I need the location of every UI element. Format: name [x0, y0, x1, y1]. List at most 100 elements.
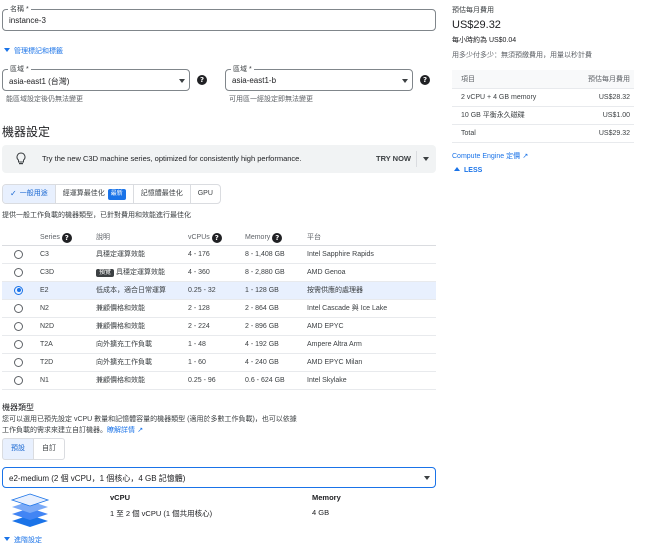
- pricing-link[interactable]: Compute Engine 定價 ↗: [452, 151, 528, 161]
- external-link-icon: ↗: [520, 152, 529, 160]
- table-header-row: 項目 預估每月費用: [452, 70, 634, 89]
- series-name: N1: [40, 371, 96, 390]
- machine-type-desc-line1: 您可以選用已預先設定 vCPU 數量和記憶體容量的機器類型 (適用於多數工作負載…: [2, 416, 297, 423]
- header-vcpus: vCPUs ?: [188, 229, 245, 246]
- series-help-icon[interactable]: ?: [61, 232, 72, 243]
- pricing-title: 預估每月費用: [452, 7, 494, 14]
- table-row[interactable]: T2D 向外擴充工作負載 1 - 60 4 - 240 GB AMD EPYC …: [2, 353, 436, 372]
- zone-value: asia-east1-b: [232, 76, 277, 85]
- series-platform: 按需供應的處理器: [307, 281, 436, 300]
- less-toggle[interactable]: LESS: [454, 167, 482, 174]
- pricing-header-item: 項目: [452, 70, 570, 89]
- region-select[interactable]: 區域 * asia-east1 (台灣): [2, 64, 190, 91]
- series-radio[interactable]: [14, 321, 23, 331]
- series-platform: AMD Genoa: [307, 263, 436, 282]
- name-field[interactable]: 名稱 * instance-3: [2, 4, 436, 31]
- series-radio[interactable]: [14, 339, 23, 349]
- pricing-item: 2 vCPU + 4 GB memory: [452, 88, 570, 107]
- banner-divider: [416, 151, 417, 167]
- region-hint: 能區域設定後仍無法變更: [6, 96, 83, 103]
- series-vcpus: 1 - 60: [188, 353, 245, 372]
- header-platform: 平台: [307, 229, 436, 246]
- series-radio[interactable]: [14, 357, 23, 367]
- preview-badge: 預覽: [96, 268, 115, 277]
- zone-select[interactable]: 區域 * asia-east1-b: [225, 64, 413, 91]
- tab-general-purpose[interactable]: ✓ 一般用途: [3, 185, 56, 203]
- series-memory: 2 - 896 GB: [245, 317, 307, 336]
- series-memory: 4 - 240 GB: [245, 353, 307, 372]
- manage-labels-toggle[interactable]: 管理標記和標籤: [4, 46, 63, 56]
- table-row[interactable]: T2A 向外擴充工作負載 1 - 48 4 - 192 GB Ampere Al…: [2, 335, 436, 354]
- zone-hint: 可用區一經設定即無法變更: [229, 96, 313, 103]
- series-name: T2D: [40, 353, 96, 372]
- series-radio[interactable]: [14, 267, 23, 277]
- series-vcpus: 2 - 128: [188, 299, 245, 318]
- series-vcpus: 0.25 - 96: [188, 371, 245, 390]
- tab-label: 記憶體最佳化: [140, 190, 183, 197]
- table-header-row: Series ? 說明 vCPUs ? Memory ? 平台: [2, 229, 436, 246]
- machine-type-value: e2-medium (2 個 vCPU，1 個核心，4 GB 記憶體): [9, 474, 186, 483]
- region-help-icon[interactable]: ?: [197, 75, 207, 85]
- pricing-total-label: Total: [452, 124, 570, 143]
- table-row[interactable]: C3 具穩定運算效能 4 - 176 8 - 1,408 GB Intel Sa…: [2, 245, 436, 264]
- machine-type-select[interactable]: e2-medium (2 個 vCPU，1 個核心，4 GB 記憶體): [2, 467, 436, 488]
- series-radio[interactable]: [14, 375, 23, 385]
- custom-button[interactable]: 自訂: [33, 438, 65, 460]
- series-desc: 兼顧價格和效能: [96, 371, 188, 390]
- tab-memory-optimized[interactable]: 記憶體最佳化: [134, 185, 191, 203]
- tab-compute-optimized[interactable]: 經運算最佳化 最新: [56, 185, 134, 203]
- banner-menu-icon[interactable]: [423, 157, 429, 161]
- table-row: 2 vCPU + 4 GB memory US$28.32: [452, 88, 634, 107]
- dropdown-arrow-icon: [179, 79, 185, 83]
- series-desc: 兼顧價格和效能: [96, 299, 188, 318]
- series-name: C3: [40, 245, 96, 264]
- machine-config-title: 機器設定: [2, 125, 51, 139]
- c3d-banner: Try the new C3D machine series, optimize…: [2, 145, 436, 173]
- series-name: C3D: [40, 263, 96, 282]
- memory-value: 4 GB: [312, 508, 330, 517]
- series-radio[interactable]: [14, 285, 23, 295]
- table-row[interactable]: N2 兼顧價格和效能 2 - 128 2 - 864 GB Intel Casc…: [2, 299, 436, 318]
- machine-type-desc: 工作負載的需求來建立自訂機器。瞭解詳情 ↗: [2, 425, 143, 435]
- tab-label: 經運算最佳化: [62, 190, 105, 197]
- series-desc: 向外擴充工作負載: [96, 335, 188, 354]
- region-value: asia-east1 (台灣): [9, 77, 70, 86]
- series-vcpus: 2 - 224: [188, 317, 245, 336]
- tab-label: GPU: [197, 190, 213, 197]
- preset-button[interactable]: 預設: [2, 438, 34, 460]
- series-name: E2: [40, 281, 96, 300]
- table-row: Total US$29.32: [452, 124, 634, 143]
- series-desc: 向外擴充工作負載: [96, 353, 188, 372]
- name-field-value: instance-3: [9, 16, 46, 25]
- advanced-settings-toggle[interactable]: 進階設定: [4, 535, 42, 545]
- chevron-down-icon: [4, 537, 10, 541]
- table-row[interactable]: E2 低成本，適合日常運算 0.25 - 32 1 - 128 GB 按需供應的…: [2, 281, 436, 300]
- series-radio[interactable]: [14, 249, 23, 259]
- tab-gpu[interactable]: GPU: [191, 185, 220, 203]
- series-name: T2A: [40, 335, 96, 354]
- try-now-button[interactable]: TRY NOW: [376, 154, 411, 163]
- series-platform: Intel Sapphire Rapids: [307, 245, 436, 264]
- series-memory: 8 - 2,880 GB: [245, 263, 307, 282]
- table-row[interactable]: N2D 兼顧價格和效能 2 - 224 2 - 896 GB AMD EPYC: [2, 317, 436, 336]
- pricing-total-cost: US$29.32: [569, 124, 634, 143]
- advanced-settings-label: 進階設定: [14, 537, 42, 544]
- vcpus-help-icon[interactable]: ?: [211, 232, 222, 243]
- series-radio[interactable]: [14, 303, 23, 313]
- vcpu-label: vCPU: [110, 493, 131, 502]
- monthly-estimate: US$29.32: [452, 19, 501, 31]
- header-series: Series ?: [40, 229, 96, 246]
- table-row[interactable]: C3D 預覽 具穩定運算效能 4 - 360 8 - 2,880 GB AMD …: [2, 263, 436, 282]
- table-row[interactable]: N1 兼顧價格和效能 0.25 - 96 0.6 - 624 GB Intel …: [2, 371, 436, 390]
- vcpu-value: 1 至 2 個 vCPU (1 個共用核心): [110, 509, 213, 518]
- pricing-note: 用多少付多少：無須預繳費用，用量以秒計費: [452, 52, 592, 59]
- header-memory: Memory ?: [245, 229, 307, 246]
- series-table: Series ? 說明 vCPUs ? Memory ? 平台 C3 具穩定運算…: [2, 229, 436, 390]
- check-icon: ✓: [10, 189, 17, 198]
- learn-more-link[interactable]: 瞭解詳情: [107, 427, 135, 434]
- memory-help-icon[interactable]: ?: [272, 232, 283, 243]
- new-badge: 最新: [107, 188, 126, 200]
- memory-label: Memory: [312, 493, 341, 502]
- zone-help-icon[interactable]: ?: [420, 75, 430, 85]
- zone-label: 區域 *: [231, 64, 254, 74]
